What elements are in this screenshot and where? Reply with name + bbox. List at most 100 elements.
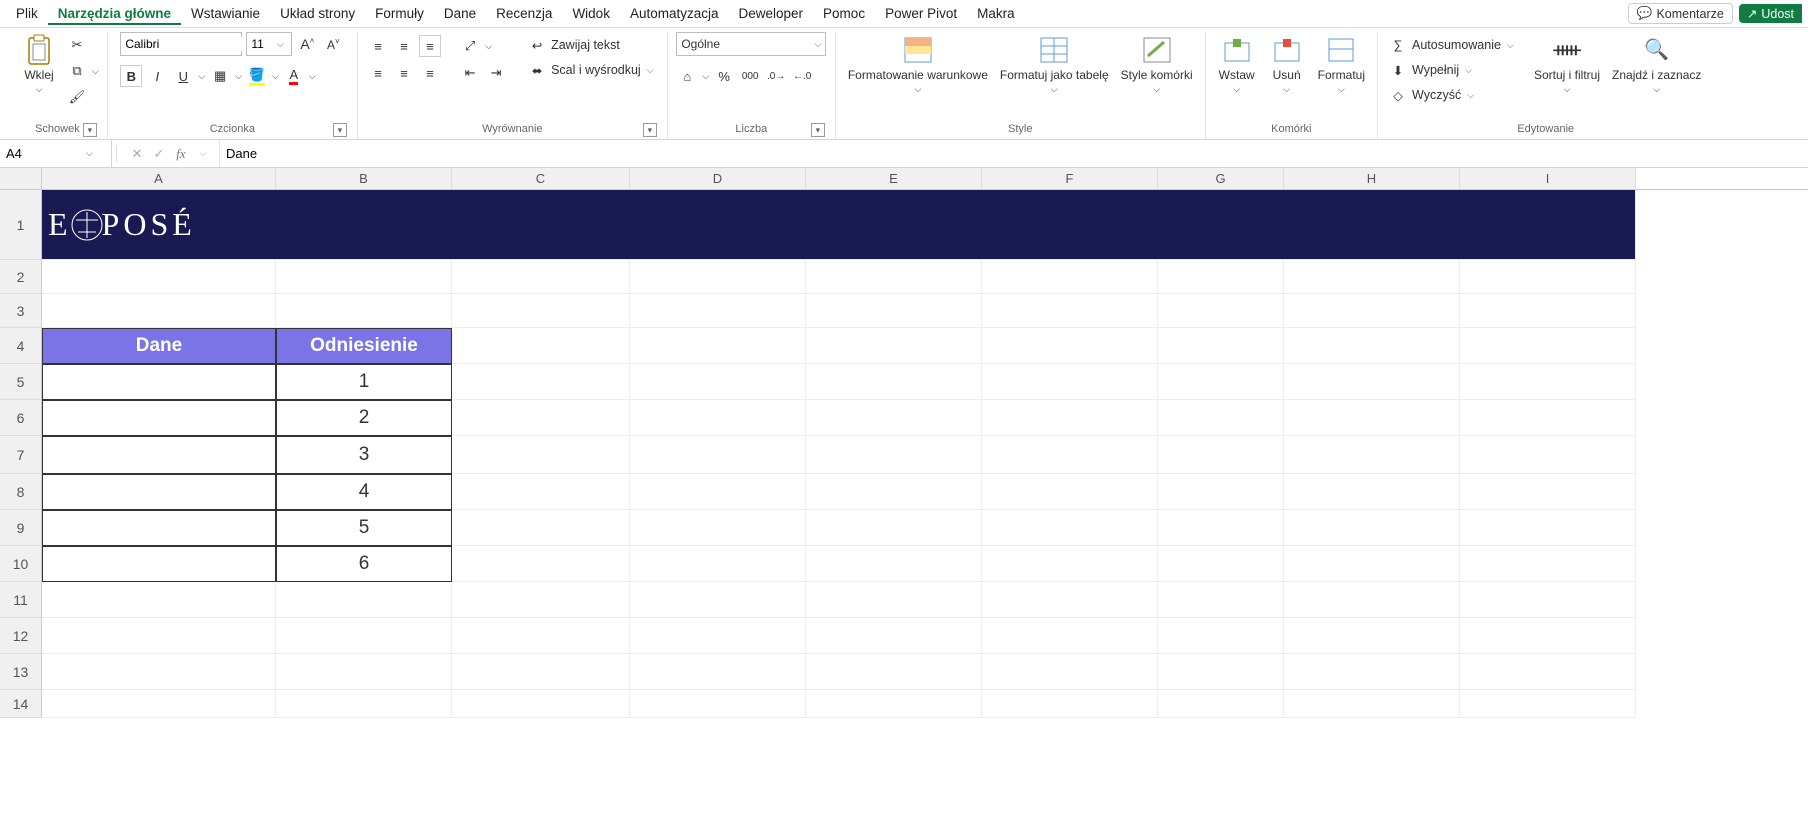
tab-review[interactable]: Recenzja [486,2,562,25]
align-center-button[interactable]: ≡ [393,62,415,84]
row-header[interactable]: 9 [0,510,42,546]
cell[interactable] [42,654,276,690]
cell[interactable] [806,510,982,546]
cell[interactable]: 6 [276,546,452,582]
tab-home[interactable]: Narzędzia główne [48,2,181,25]
chevron-down-icon[interactable]: ⌵ [235,71,242,82]
cell[interactable] [1460,582,1636,618]
find-select-button[interactable]: 🔍 Znajdź i zaznacz ⌵ [1608,32,1705,97]
cell[interactable]: 3 [276,436,452,474]
cell[interactable] [1284,690,1460,718]
row-header[interactable]: 14 [0,690,42,718]
delete-button[interactable]: Usuń ⌵ [1264,32,1310,97]
row-header[interactable]: 6 [0,400,42,436]
cell[interactable] [1460,654,1636,690]
font-color-button[interactable]: A [283,65,305,87]
cell[interactable] [1284,510,1460,546]
cell[interactable] [1460,364,1636,400]
row-header[interactable]: 3 [0,294,42,328]
cell[interactable] [1158,546,1284,582]
chevron-down-icon[interactable]: ⌵ [702,71,709,82]
cell[interactable] [42,618,276,654]
cell[interactable] [1460,618,1636,654]
row-header[interactable]: 4 [0,328,42,364]
cell[interactable] [982,582,1158,618]
dialog-launcher-icon[interactable]: ▾ [643,123,657,137]
increase-indent-button[interactable]: ⇥ [485,62,507,84]
chevron-down-icon[interactable]: ⌵ [273,39,287,50]
orientation-button[interactable]: ⤢ [459,35,481,57]
cell[interactable] [452,474,630,510]
cell[interactable] [42,364,276,400]
cell[interactable] [630,690,806,718]
cell[interactable] [982,328,1158,364]
row-header[interactable]: 10 [0,546,42,582]
cell[interactable] [1284,654,1460,690]
tab-help[interactable]: Pomoc [813,2,875,25]
share-button[interactable]: ↗ Udost [1739,4,1802,23]
cell[interactable]: Odniesienie [276,328,452,364]
number-format-select[interactable]: Ogólne ⌵ [676,32,826,56]
cell[interactable] [630,582,806,618]
cancel-icon[interactable]: ✕ [127,146,147,162]
cell[interactable] [1284,294,1460,328]
column-header[interactable]: A [42,168,276,189]
cell[interactable] [982,436,1158,474]
cell[interactable] [42,582,276,618]
cell[interactable]: EPOSÉ [42,190,1636,260]
tab-developer[interactable]: Deweloper [729,2,814,25]
cell[interactable] [806,546,982,582]
row-header[interactable]: 1 [0,190,42,260]
decrease-indent-button[interactable]: ⇤ [459,62,481,84]
cell[interactable] [42,546,276,582]
cell[interactable] [452,546,630,582]
format-painter-button[interactable]: 🖌 [66,86,88,108]
row-header[interactable]: 11 [0,582,42,618]
column-header[interactable]: I [1460,168,1636,189]
cell[interactable] [1158,436,1284,474]
row-header[interactable]: 2 [0,260,42,294]
cell[interactable] [42,474,276,510]
cell[interactable] [982,654,1158,690]
cell[interactable] [452,582,630,618]
cell-reference-input[interactable] [0,146,80,161]
chevron-down-icon[interactable]: ⌵ [193,148,213,159]
cell[interactable] [1460,260,1636,294]
cell[interactable] [1284,582,1460,618]
tab-page-layout[interactable]: Układ strony [270,2,365,25]
underline-button[interactable]: U [172,65,194,87]
cell[interactable] [1158,474,1284,510]
cell[interactable] [42,260,276,294]
cell[interactable] [1284,618,1460,654]
cell[interactable] [1460,474,1636,510]
borders-button[interactable]: ▦ [209,65,231,87]
copy-button[interactable]: ⧉ [66,60,88,82]
cell[interactable] [452,654,630,690]
cell[interactable] [1460,510,1636,546]
cell[interactable] [1284,328,1460,364]
cell[interactable]: 5 [276,510,452,546]
chevron-down-icon[interactable]: ⌵ [80,148,99,159]
cell[interactable] [42,294,276,328]
cell[interactable] [42,510,276,546]
dialog-launcher-icon[interactable]: ▾ [83,123,97,137]
cell[interactable] [452,328,630,364]
cell[interactable] [1158,690,1284,718]
cell[interactable] [806,294,982,328]
percent-button[interactable]: % [713,65,735,87]
cell[interactable] [1284,364,1460,400]
cell[interactable] [1460,546,1636,582]
enter-icon[interactable]: ✓ [149,146,169,162]
merge-center-button[interactable]: ⬌ Scal i wyśrodkuj ⌵ [525,59,657,81]
row-header[interactable]: 13 [0,654,42,690]
cell[interactable] [1158,328,1284,364]
comma-button[interactable]: 000 [739,65,761,87]
select-all-corner[interactable] [0,168,42,189]
conditional-formatting-button[interactable]: Formatowanie warunkowe ⌵ [844,32,992,97]
cell[interactable] [1284,260,1460,294]
cell[interactable] [1460,690,1636,718]
column-header[interactable]: G [1158,168,1284,189]
cell[interactable] [806,474,982,510]
cell[interactable] [630,294,806,328]
cell[interactable] [276,294,452,328]
